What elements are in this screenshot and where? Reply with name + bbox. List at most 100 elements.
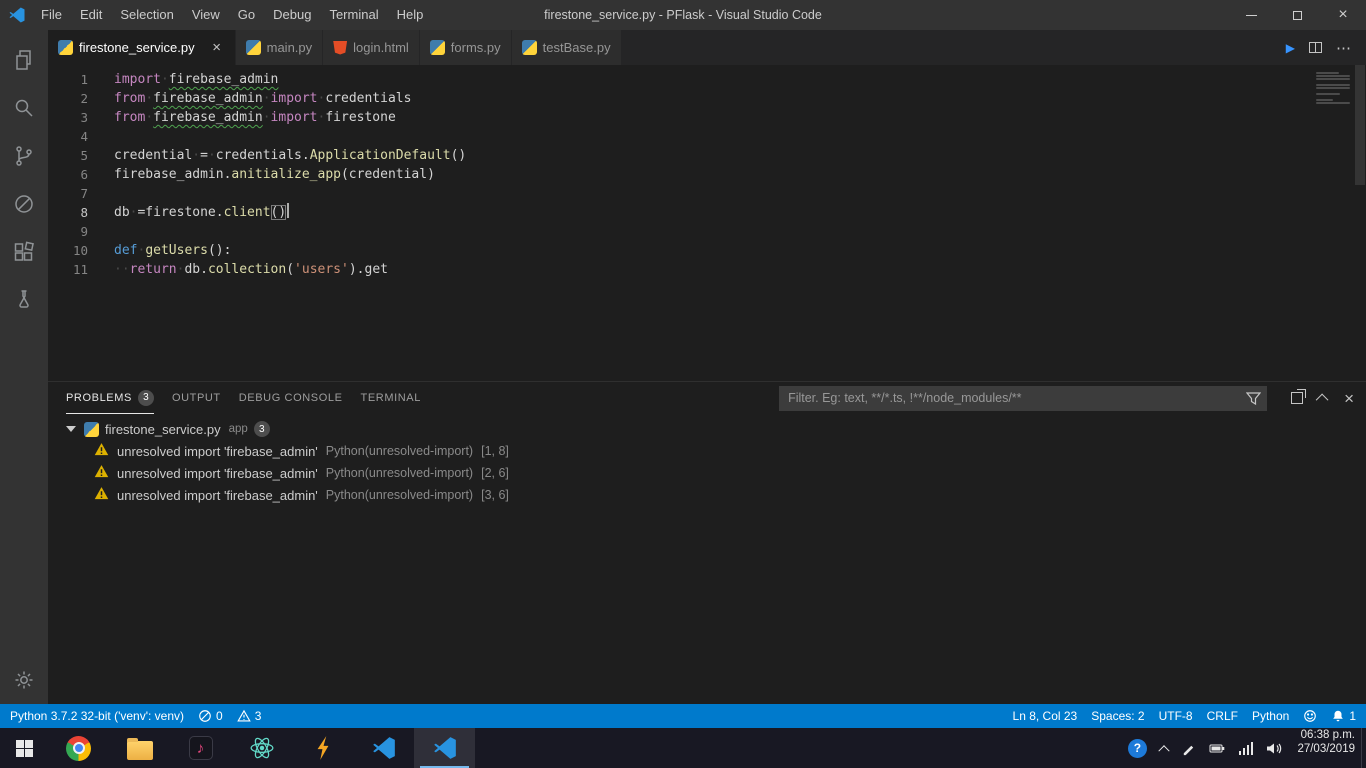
indentation[interactable]: Spaces: 2 [1091, 709, 1144, 723]
menu-terminal[interactable]: Terminal [320, 0, 387, 30]
line-number[interactable]: 3 [48, 108, 114, 127]
problem-row[interactable]: unresolved import 'firebase_admin' Python… [48, 440, 1366, 462]
start-button[interactable] [0, 728, 48, 768]
menu-view[interactable]: View [183, 0, 229, 30]
battery-tray-icon[interactable] [1209, 741, 1226, 756]
filter-icon[interactable] [1246, 391, 1262, 406]
code-line[interactable]: 4 [48, 127, 1366, 146]
music-taskbar-button[interactable]: ♪ [170, 728, 231, 768]
line-number[interactable]: 11 [48, 260, 114, 279]
feedback[interactable] [1303, 709, 1317, 723]
eol[interactable]: CRLF [1207, 709, 1238, 723]
tray-expand-tray-icon[interactable] [1158, 744, 1170, 757]
search-icon[interactable] [0, 84, 48, 132]
vscode-taskbar-button[interactable] [414, 728, 475, 768]
panel-tab-output[interactable]: OUTPUT [172, 382, 221, 414]
cursor-position[interactable]: Ln 8, Col 23 [1013, 709, 1078, 723]
maximize-panel-icon[interactable] [1315, 393, 1329, 406]
tab-main-py[interactable]: main.py [235, 30, 324, 65]
taskbar-clock[interactable]: 06:38 p.m. 27/03/2019 [1291, 728, 1361, 768]
code-line[interactable]: 10 def·getUsers(): [48, 241, 1366, 260]
close-tab-icon[interactable]: × [209, 39, 225, 56]
problems-file-count: 3 [253, 421, 270, 437]
tab-login-html[interactable]: login.html [323, 30, 420, 65]
code-line[interactable]: 5 credential·=·credentials.ApplicationDef… [48, 146, 1366, 165]
panel-tab-terminal[interactable]: TERMINAL [361, 382, 421, 414]
problems-errors[interactable]: 0 [198, 709, 223, 723]
panel-tab-debug-console[interactable]: DEBUG CONSOLE [239, 382, 343, 414]
panel-tab-problems[interactable]: PROBLEMS 3 [66, 382, 154, 414]
menu-debug[interactable]: Debug [264, 0, 320, 30]
code-line[interactable]: 8 db·=firestone.client() [48, 203, 1366, 222]
line-number[interactable]: 8 [48, 203, 114, 222]
file-explorer-taskbar-button[interactable] [109, 728, 170, 768]
line-number[interactable]: 4 [48, 127, 114, 146]
pen-tray-icon[interactable] [1181, 741, 1196, 756]
show-desktop-button[interactable] [1361, 728, 1366, 768]
vscode-taskbar-button[interactable] [353, 728, 414, 768]
problems-warnings-label: 3 [254, 709, 262, 723]
line-number[interactable]: 2 [48, 89, 114, 108]
network-tray-icon[interactable] [1238, 741, 1254, 755]
editor-tab-bar: firestone_service.py × main.py login.html fo… [48, 30, 1366, 65]
close-button[interactable]: × [1320, 0, 1366, 30]
problems-file-group[interactable]: firestone_service.py app 3 [48, 418, 1366, 440]
line-number[interactable]: 7 [48, 184, 114, 203]
test-icon[interactable] [0, 276, 48, 324]
source-control-icon[interactable] [0, 132, 48, 180]
close-panel-icon[interactable]: × [1344, 390, 1354, 407]
explorer-icon[interactable] [0, 36, 48, 84]
run-icon[interactable]: ▶ [1286, 41, 1295, 55]
line-number[interactable]: 1 [48, 70, 114, 89]
code-line[interactable]: 7 [48, 184, 1366, 203]
problem-row[interactable]: unresolved import 'firebase_admin' Python… [48, 462, 1366, 484]
line-number[interactable]: 10 [48, 241, 114, 260]
line-number[interactable]: 6 [48, 165, 114, 184]
menu-help[interactable]: Help [388, 0, 433, 30]
code-editor[interactable]: 1 import·firebase_admin 2 from·firebase_adm… [48, 65, 1366, 381]
menu-go[interactable]: Go [229, 0, 264, 30]
code-line[interactable]: 6 firebase_admin.anitialize_app(credentia… [48, 165, 1366, 184]
problem-row[interactable]: unresolved import 'firebase_admin' Python… [48, 484, 1366, 506]
code-line[interactable]: 9 [48, 222, 1366, 241]
problems-count-badge: 3 [137, 389, 154, 406]
code-line[interactable]: 3 from·firebase_admin·import·firestone [48, 108, 1366, 127]
atom-taskbar-button[interactable] [231, 728, 292, 768]
tab-forms-py[interactable]: forms.py [419, 30, 512, 65]
debug-icon[interactable] [0, 180, 48, 228]
lightning-taskbar-button[interactable] [292, 728, 353, 768]
split-editor-icon[interactable] [1309, 42, 1322, 53]
problems-filter-input[interactable] [779, 385, 1268, 411]
line-number[interactable]: 9 [48, 222, 114, 241]
more-actions-icon[interactable]: ⋯ [1336, 39, 1352, 57]
settings-icon[interactable] [0, 656, 48, 704]
tab-firestone_service-py[interactable]: firestone_service.py × [48, 30, 236, 65]
encoding[interactable]: UTF-8 [1159, 709, 1193, 723]
python-interpreter[interactable]: Python 3.7.2 32-bit ('venv': venv) [10, 709, 184, 723]
code-line[interactable]: 11 ··return·db.collection('users').get [48, 260, 1366, 279]
problems-warnings[interactable]: 3 [236, 709, 262, 723]
code-line[interactable]: 1 import·firebase_admin [48, 70, 1366, 89]
title-bar: File Edit Selection View Go Debug Terminal Help… [0, 0, 1366, 30]
vscode-app-icon [9, 7, 25, 23]
extensions-icon[interactable] [0, 228, 48, 276]
restore-panel-icon[interactable] [1291, 389, 1307, 404]
notifications[interactable]: 1 [1331, 709, 1356, 723]
maximize-button[interactable] [1274, 0, 1320, 30]
menu-selection[interactable]: Selection [111, 0, 182, 30]
system-tray: ? [1127, 728, 1292, 768]
minimize-button[interactable] [1228, 0, 1274, 30]
editor-scrollbar[interactable] [1352, 65, 1366, 381]
code-text: firebase_admin.anitialize_app(credential… [114, 167, 435, 182]
volume-tray-icon[interactable] [1266, 741, 1283, 756]
help-tray-icon[interactable]: ? [1127, 738, 1147, 758]
line-number[interactable]: 5 [48, 146, 114, 165]
tab-testbase-py[interactable]: testBase.py [511, 30, 622, 65]
language-mode[interactable]: Python [1252, 709, 1289, 723]
menu-file[interactable]: File [32, 0, 71, 30]
code-line[interactable]: 2 from·firebase_admin·import·credentials [48, 89, 1366, 108]
chrome-taskbar-button[interactable] [48, 728, 109, 768]
minimap[interactable] [1316, 72, 1350, 106]
collapse-icon[interactable] [66, 426, 76, 432]
menu-edit[interactable]: Edit [71, 0, 111, 30]
